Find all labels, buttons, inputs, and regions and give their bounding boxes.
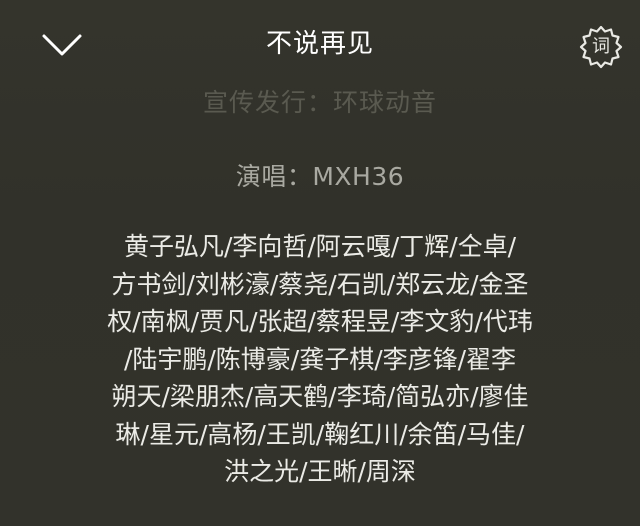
credits-line: 方书剑/刘彬濠/蔡尧/石凯/郑云龙/金圣: [111, 269, 529, 299]
song-title: 不说再见: [265, 29, 374, 59]
credits-line: /陆宇鹏/陈博豪/龚子棋/李彦锋/翟李: [123, 344, 517, 374]
credits-line: 洪之光/王晰/周深: [224, 457, 416, 486]
credits-line: 朔天/梁朋杰/高天鹤/李琦/简弘亦/廖佳: [111, 382, 529, 411]
publisher-line: 宣传发行：环球动音: [202, 88, 437, 117]
singer-line: 演唱：MXH36: [235, 162, 405, 191]
credits-line: 黄子弘凡/李向哲/阿云嘎/丁辉/仝卓/: [123, 232, 517, 261]
member-credits: 黄子弘凡/李向哲/阿云嘎/丁辉/仝卓/ 方书剑/刘彬濠/蔡尧/石凯/郑云龙/金圣…: [60, 228, 580, 491]
lyrics-button[interactable]: 词: [578, 24, 624, 70]
player-header: 不说再见 词: [0, 0, 640, 92]
credits-line: 权/南枫/贾凡/张超/蔡程昱/李文豹/代玮: [107, 307, 533, 336]
lyrics-button-label: 词: [592, 36, 610, 57]
credits-line: 琳/星元/高杨/王凯/鞠红川/余笛/马佳/: [115, 419, 525, 449]
